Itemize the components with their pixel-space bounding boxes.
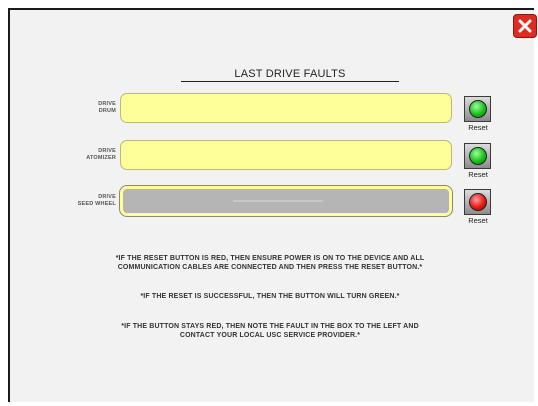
note-reset-red-line1: *IF THE RESET BUTTON IS RED, THEN ENSURE… [115,255,425,262]
drive-atomizer-reset-button[interactable] [464,143,491,169]
close-button[interactable] [513,14,537,38]
drive-drum-reset[interactable]: Reset [463,96,493,136]
drive-atomizer-label: DRIVE ATOMIZER [56,148,116,162]
drive-seed-wheel-reset[interactable]: Reset [463,189,493,229]
status-lamp-icon [468,193,487,211]
drive-atomizer-label-line2: ATOMIZER [86,155,116,161]
drive-atomizer-reset-label: Reset [468,170,488,179]
status-lamp-icon [468,100,487,118]
note-stays-red-line2: CONTACT YOUR LOCAL USC SERVICE PROVIDER.… [179,332,361,339]
drive-drum-label-line1: DRIVE [98,101,116,107]
drive-atomizer-label-line1: DRIVE [98,148,116,154]
dialog-title: LAST DRIVE FAULTS [181,68,399,82]
drive-drum-label: DRIVE DRUM [56,101,116,115]
drive-seed-wheel-label-line2: SEED WHEEL [77,201,116,207]
close-icon [518,19,532,33]
drive-seed-wheel-reset-button[interactable] [464,189,491,215]
note-stays-red-line1: *IF THE BUTTON STAYS RED, THEN NOTE THE … [121,323,419,330]
note-reset-red: *IF THE RESET BUTTON IS RED, THEN ENSURE… [40,254,500,272]
drive-drum-reset-label: Reset [468,123,488,132]
note-reset-success: *IF THE RESET IS SUCCESSFUL, THEN THE BU… [40,292,500,301]
drive-atomizer-fault-box [120,140,452,170]
status-lamp-icon [468,147,487,165]
note-reset-success-line: *IF THE RESET IS SUCCESSFUL, THEN THE BU… [140,293,400,300]
drive-seed-wheel-reset-label: Reset [468,216,488,225]
drive-drum-label-line2: DRUM [98,108,116,114]
drive-drum-reset-button[interactable] [464,96,491,122]
drive-atomizer-reset[interactable]: Reset [463,143,493,183]
drive-drum-fault-box [120,93,452,123]
drive-seed-wheel-label: DRIVE SEED WHEEL [56,194,116,208]
fault-text-placeholder [233,200,323,202]
note-reset-red-line2: COMMUNICATION CABLES ARE CONNECTED AND T… [117,264,423,271]
drive-seed-wheel-fault-box [119,185,453,217]
note-stays-red: *IF THE BUTTON STAYS RED, THEN NOTE THE … [40,322,500,340]
drive-seed-wheel-label-line1: DRIVE [98,194,116,200]
